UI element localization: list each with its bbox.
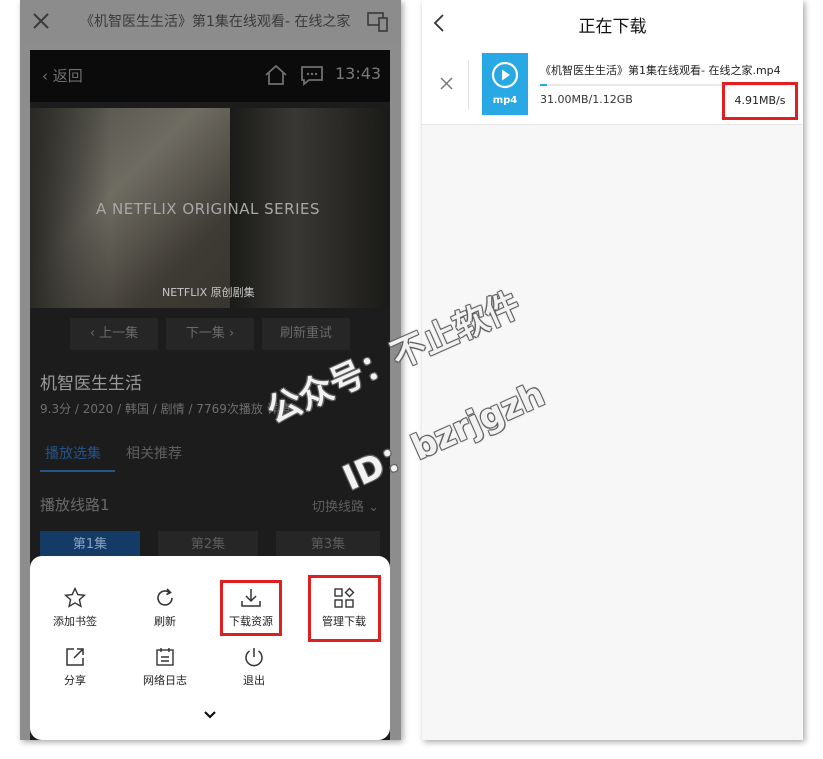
divider (468, 60, 469, 110)
add-bookmark-button[interactable]: 添加书签 (40, 586, 110, 640)
download-resource-label: 下载资源 (229, 615, 273, 628)
log-icon (156, 648, 174, 666)
back-label: 返回 (52, 67, 83, 85)
refresh-icon (157, 588, 173, 606)
site-header: ‹ 返回 13:43 (30, 50, 390, 102)
download-speed: 4.91MB/s (734, 94, 786, 107)
video-credit: NETFLIX 原创剧集 (162, 286, 255, 299)
network-log-label: 网络日志 (143, 674, 187, 687)
exit-button[interactable]: 退出 (219, 645, 289, 699)
refresh-retry-label: 刷新重试 (279, 326, 332, 341)
device-icon[interactable] (366, 10, 390, 34)
file-type-label: mp4 (492, 95, 518, 106)
share-label: 分享 (64, 674, 86, 687)
download-size: 31.00MB/1.12GB (540, 93, 633, 106)
download-speed-highlight: 4.91MB/s (722, 82, 798, 120)
next-episode-button[interactable]: 下一集 › (166, 318, 254, 350)
refresh-label: 刷新 (154, 615, 176, 628)
manage-download-icon (334, 587, 355, 608)
cancel-download-icon[interactable] (439, 76, 454, 91)
browser-menu-sheet: 添加书签 刷新 下载资源 管理下载 分享 网络日志 退出 (30, 556, 390, 740)
chevron-down-icon[interactable] (202, 709, 218, 721)
back-link[interactable]: ‹ 返回 (42, 65, 83, 86)
page-title: 《机智医生生活》第1集在线观看- 在线之家 (80, 14, 351, 30)
browser-top-bar: 《机智医生生活》第1集在线观看- 在线之家 (20, 0, 401, 44)
episode-button-3[interactable]: 第3集 (276, 531, 380, 559)
active-tab-indicator (40, 470, 115, 472)
switch-line-label: 切换线路 (312, 500, 365, 515)
star-icon (63, 586, 87, 608)
download-item[interactable]: mp4 《机智医生生活》第1集在线观看- 在线之家.mp4 31.00MB/1.… (422, 46, 803, 125)
close-icon[interactable] (32, 12, 50, 30)
video-player[interactable]: A NETFLIX ORIGINAL SERIES NETFLIX 原创剧集 (30, 108, 390, 308)
refresh-button[interactable]: 刷新 (130, 586, 200, 640)
downloading-title: 正在下载 (578, 17, 647, 37)
share-icon (66, 648, 84, 666)
add-bookmark-label: 添加书签 (53, 615, 97, 628)
play-icon (491, 61, 519, 89)
download-file-name: 《机智医生生活》第1集在线观看- 在线之家.mp4 (540, 64, 781, 77)
home-icon[interactable] (264, 64, 288, 86)
episode-button-2[interactable]: 第2集 (158, 531, 258, 559)
show-title: 机智医生生活 (40, 374, 142, 394)
manage-download-label: 管理下载 (322, 615, 366, 628)
download-icon (241, 589, 261, 607)
refresh-retry-button[interactable]: 刷新重试 (262, 318, 350, 350)
download-resource-button[interactable]: 下载资源 (216, 586, 286, 640)
power-icon (245, 648, 263, 667)
play-line-label: 播放线路1 (40, 496, 110, 514)
share-button[interactable]: 分享 (40, 645, 110, 699)
message-icon[interactable] (300, 64, 324, 86)
mp4-file-icon: mp4 (482, 53, 528, 115)
manage-download-button[interactable]: 管理下载 (309, 586, 379, 640)
exit-label: 退出 (243, 674, 265, 687)
prev-episode-button[interactable]: ‹ 上一集 (70, 318, 158, 350)
download-progress-fill (540, 84, 547, 86)
network-log-button[interactable]: 网络日志 (130, 645, 200, 699)
video-tagline: A NETFLIX ORIGINAL SERIES (96, 200, 320, 218)
tab-episodes[interactable]: 播放选集 (45, 443, 101, 463)
episode-button-1[interactable]: 第1集 (40, 531, 140, 559)
switch-line-button[interactable]: 切换线路 ⌄ (312, 496, 379, 515)
right-phone-screen: 正在下载 mp4 《机智医生生活》第1集在线观看- 在线之家.mp4 31.00… (422, 0, 803, 740)
prev-episode-label: 上一集 (99, 326, 139, 341)
tab-related[interactable]: 相关推荐 (126, 443, 182, 463)
download-header: 正在下载 (422, 0, 803, 46)
clock: 13:43 (335, 64, 382, 83)
show-meta-text: 9.3分 / 2020 / 韩国 / 剧情 / 7769次播放 (40, 402, 263, 416)
next-episode-label: 下一集 (185, 326, 225, 341)
